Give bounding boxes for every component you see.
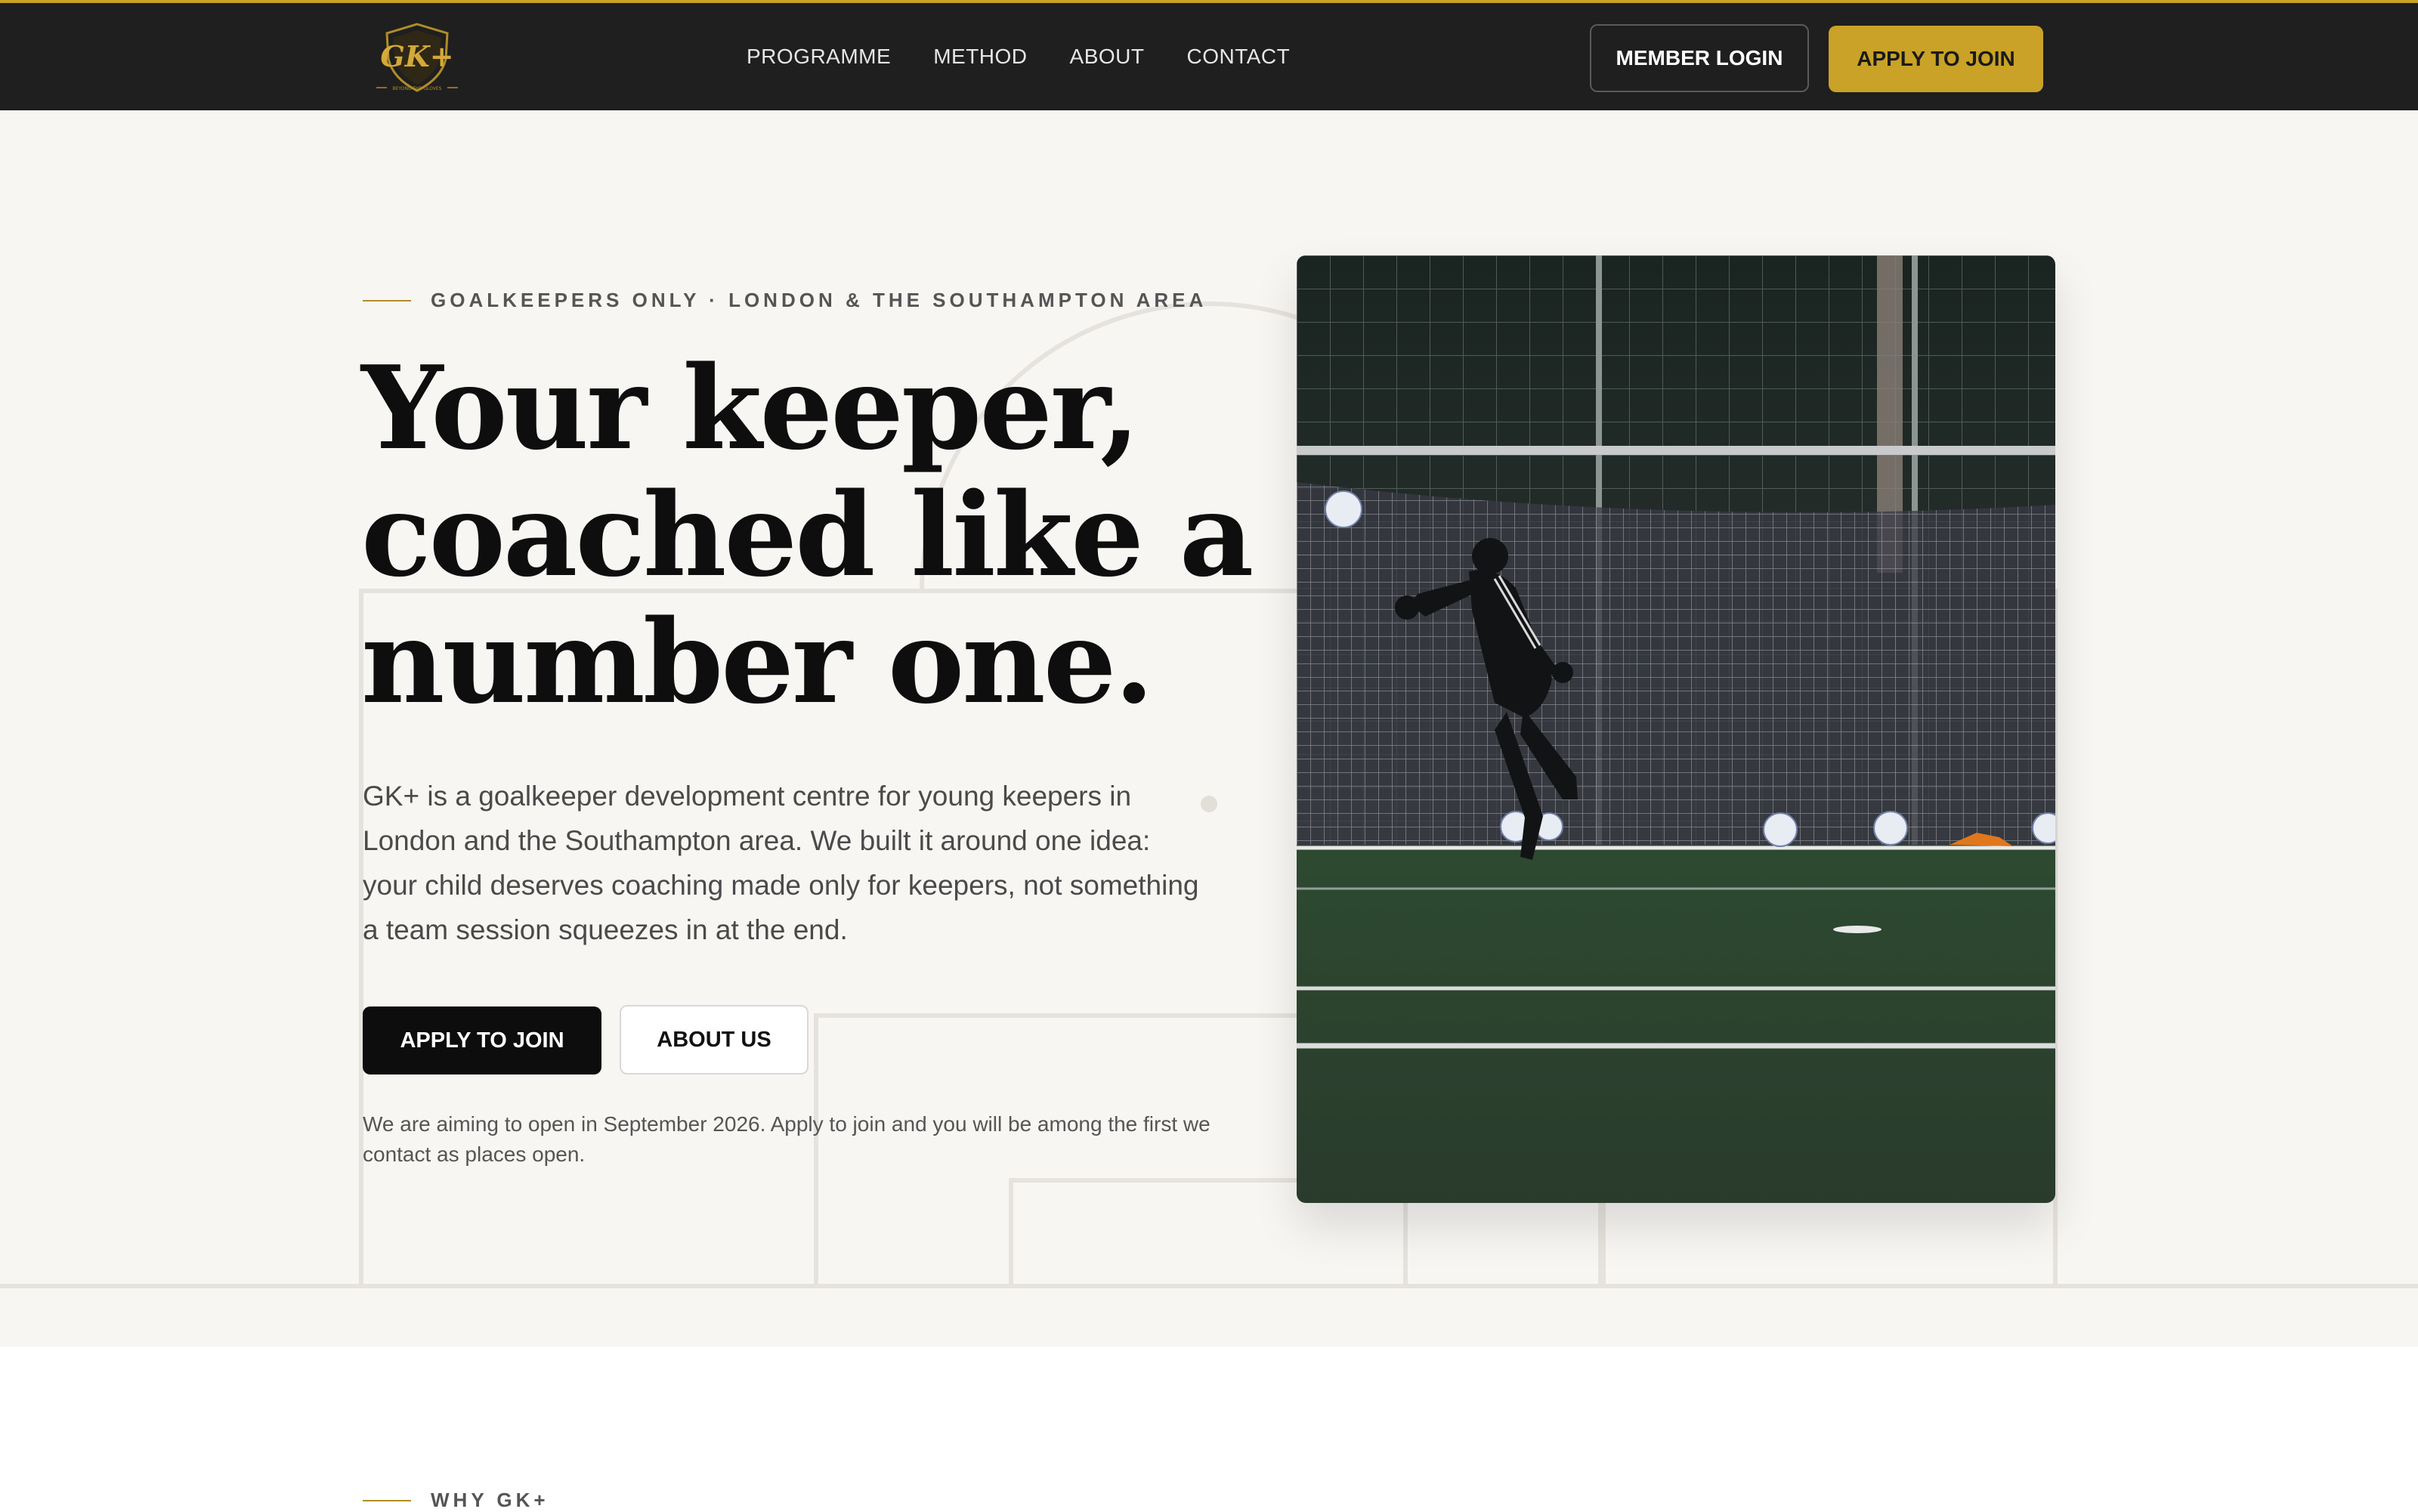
opening-note: We are aiming to open in September 2026.… [363,1112,1211,1166]
headline-line-3: number one. [361,594,1154,729]
eyebrow-text: GOALKEEPERS ONLY · LONDON & THE SOUTHAMP… [431,289,1207,311]
why-rule [363,1499,411,1501]
nav-contact[interactable]: CONTACT [1186,45,1290,69]
header-apply-button[interactable]: APPLY TO JOIN [1829,26,2043,92]
goalkeeper-photo [1297,255,2055,1203]
svg-text:BEYOND THE GLOVES: BEYOND THE GLOVES [393,86,442,91]
about-us-button[interactable]: ABOUT US [620,1005,809,1074]
nav-programme[interactable]: PROGRAMME [747,45,891,69]
nav-method[interactable]: METHOD [933,45,1027,69]
hero-eyebrow: GOALKEEPERS ONLY · LONDON & THE SOUTHAMP… [363,289,1207,312]
svg-text:GK+: GK+ [380,39,453,73]
headline-line-2: coached like a [361,467,1254,602]
hero-description: GK+ is a goalkeeper development centre f… [363,781,1199,945]
why-section-eyebrow: WHY GK+ [363,1489,549,1512]
nav-about[interactable]: ABOUT [1070,45,1145,69]
hero-section: GOALKEEPERS ONLY · LONDON & THE SOUTHAMP… [0,110,2418,1347]
member-login-button[interactable]: MEMBER LOGIN [1590,24,1809,92]
site-header: GK+ BEYOND THE GLOVES PROGRAMME METHOD A… [0,0,2418,110]
eyebrow-rule [363,299,411,301]
main-nav: PROGRAMME METHOD ABOUT CONTACT [747,3,1290,110]
gk-plus-logo[interactable]: GK+ BEYOND THE GLOVES [372,20,462,95]
why-eyebrow-text: WHY GK+ [431,1489,549,1511]
hero-headline: Your keeper, coached like a number one. [361,345,1268,725]
hero-apply-button[interactable]: APPLY TO JOIN [363,1006,601,1074]
headline-line-1: Your keeper, [361,340,1140,475]
